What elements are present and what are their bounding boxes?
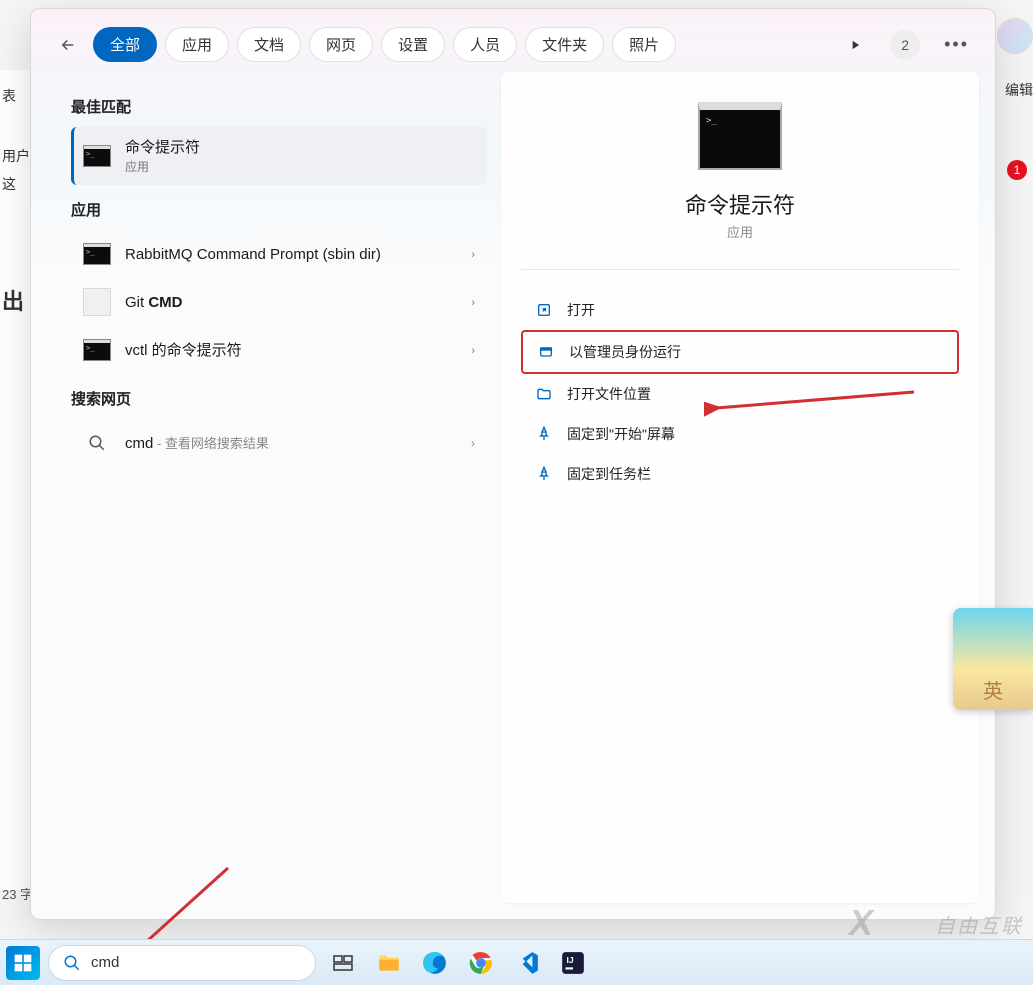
chevron-right-icon: › [471, 436, 475, 450]
result-title: vctl 的命令提示符 [125, 340, 463, 361]
result-cmd-prompt[interactable]: 命令提示符 应用 [71, 127, 487, 185]
detail-app-thumb-icon [698, 102, 782, 170]
ime-widget[interactable]: 英 [953, 608, 1033, 710]
chevron-right-icon: › [471, 295, 475, 309]
result-rabbitmq[interactable]: RabbitMQ Command Prompt (sbin dir) › [71, 230, 487, 278]
chevron-right-icon: › [471, 343, 475, 357]
action-label: 以管理员身份运行 [569, 342, 681, 362]
edge-icon[interactable] [416, 944, 454, 982]
result-subtitle: 应用 [125, 158, 475, 175]
action-pin-taskbar[interactable]: 固定到任务栏 [521, 454, 959, 494]
open-icon [535, 301, 553, 319]
action-label: 固定到"开始"屏幕 [567, 424, 675, 444]
detail-subtitle: 应用 [521, 222, 959, 241]
back-button[interactable] [51, 28, 85, 62]
result-title: cmd - 查看网络搜索结果 [125, 433, 463, 454]
action-pin-start[interactable]: 固定到"开始"屏幕 [521, 414, 959, 454]
tab-photos[interactable]: 照片 [612, 27, 676, 62]
action-label: 打开 [567, 300, 595, 320]
search-panel: 全部 应用 文档 网页 设置 人员 文件夹 照片 2 ••• 最佳匹配 命令提示… [30, 8, 996, 920]
search-icon [83, 429, 111, 457]
watermark-text: 自由互联 [935, 910, 1023, 939]
result-git-cmd[interactable]: Git CMD › [71, 278, 487, 326]
cmd-icon [83, 336, 111, 364]
explorer-icon[interactable] [370, 944, 408, 982]
section-best-match: 最佳匹配 [71, 96, 487, 117]
action-open-location[interactable]: 打开文件位置 [521, 374, 959, 414]
tab-documents[interactable]: 文档 [237, 27, 301, 62]
watermark-x-icon: X [849, 902, 873, 944]
git-icon [83, 288, 111, 316]
section-apps: 应用 [71, 199, 487, 220]
taskbar-search-box[interactable] [48, 945, 316, 981]
chrome-icon[interactable] [462, 944, 500, 982]
results-left-column: 最佳匹配 命令提示符 应用 应用 RabbitMQ Command Prompt… [47, 72, 487, 903]
cmd-icon [83, 240, 111, 268]
panel-header: 全部 应用 文档 网页 设置 人员 文件夹 照片 2 ••• [31, 9, 995, 72]
result-title: 命令提示符 [125, 137, 475, 158]
tab-apps[interactable]: 应用 [165, 27, 229, 62]
section-web-search: 搜索网页 [71, 388, 487, 409]
tab-settings[interactable]: 设置 [381, 27, 445, 62]
action-run-as-admin[interactable]: 以管理员身份运行 [521, 330, 959, 374]
result-web-search[interactable]: cmd - 查看网络搜索结果 › [71, 419, 487, 467]
taskbar-search-input[interactable] [91, 954, 301, 971]
detail-title: 命令提示符 [521, 188, 959, 220]
result-title: RabbitMQ Command Prompt (sbin dir) [125, 244, 463, 265]
tab-all[interactable]: 全部 [93, 27, 157, 62]
folder-icon [535, 385, 553, 403]
cmd-icon [83, 142, 111, 170]
more-button[interactable]: ••• [938, 34, 975, 55]
intellij-icon[interactable]: IJ [554, 944, 592, 982]
pin-icon [535, 465, 553, 483]
bg-status-text: 23 字 [2, 884, 33, 903]
play-button[interactable] [838, 28, 872, 62]
action-label: 固定到任务栏 [567, 464, 651, 484]
svg-text:IJ: IJ [567, 955, 574, 965]
search-icon [63, 954, 81, 972]
divider [521, 269, 959, 270]
action-open[interactable]: 打开 [521, 290, 959, 330]
bg-edit-label: 编辑 [1005, 80, 1033, 100]
tab-web[interactable]: 网页 [309, 27, 373, 62]
task-view-icon[interactable] [324, 944, 362, 982]
tab-folders[interactable]: 文件夹 [525, 27, 604, 62]
start-button[interactable] [6, 946, 40, 980]
taskbar: IJ [0, 939, 1033, 985]
detail-pane: 命令提示符 应用 打开 以管理员身份运行 打开文件位置 固定到"开始"屏幕 [501, 72, 979, 903]
bg-left-fragment: 表 用户 这 出 [0, 70, 30, 890]
result-vctl[interactable]: vctl 的命令提示符 › [71, 326, 487, 374]
admin-shield-icon [537, 343, 555, 361]
action-label: 打开文件位置 [567, 384, 651, 404]
chevron-right-icon: › [471, 247, 475, 261]
header-count-badge[interactable]: 2 [890, 30, 920, 60]
pin-icon [535, 425, 553, 443]
bg-avatar [997, 18, 1033, 54]
tab-people[interactable]: 人员 [453, 27, 517, 62]
bg-notification-badge: 1 [1007, 160, 1027, 180]
vscode-icon[interactable] [508, 944, 546, 982]
result-title: Git CMD [125, 292, 463, 313]
